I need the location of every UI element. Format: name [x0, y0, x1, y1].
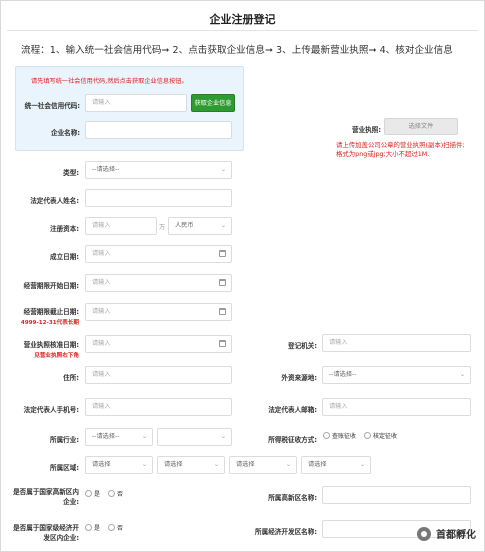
legal-email-label: 法定代表人邮箱: — [268, 406, 317, 414]
type-label: 类型: — [63, 169, 79, 177]
foreign-source-label: 外资来源地: — [281, 374, 317, 382]
foreign-source-select[interactable]: --请选择-- ⌄ — [322, 366, 471, 384]
radio-no — [108, 490, 116, 497]
tax-method-radio[interactable]: 查账征收 核定征收 — [323, 431, 405, 440]
chevron-down-icon: ⌄ — [459, 371, 465, 378]
legal-phone-label: 法定代表人手机号: — [23, 406, 79, 414]
choose-file-button[interactable]: 选择文件 — [384, 118, 458, 135]
calendar-icon — [219, 250, 226, 257]
radio-no — [108, 524, 116, 531]
title-divider — [7, 30, 478, 31]
chevron-down-icon: ⌄ — [213, 461, 219, 468]
region-select-2[interactable]: 请选择 ⌄ — [157, 456, 225, 474]
region-select-1[interactable]: 请选择 ⌄ — [85, 456, 153, 474]
company-name-label: 企业名称: — [50, 129, 80, 137]
chevron-down-icon: ⌄ — [220, 222, 226, 229]
credit-code-label: 统一社会信用代码: — [24, 102, 80, 110]
radio-yes — [85, 490, 92, 497]
op-start-label: 经营期限开始日期: — [23, 282, 79, 290]
calendar-icon — [219, 308, 226, 315]
capital-label: 注册资本: — [49, 225, 79, 233]
process-steps: 流程：1、输入统一社会信用代码➞ 2、点击获取企业信息➞ 3、上传最新营业执照➞… — [21, 45, 453, 56]
radio-yes — [85, 524, 92, 531]
chevron-down-icon: ⌄ — [141, 461, 147, 468]
founded-date-input[interactable]: 请输入 — [85, 245, 232, 263]
legal-phone-input[interactable]: 请输入 — [85, 398, 232, 416]
registration-page: 企业注册登记 流程：1、输入统一社会信用代码➞ 2、点击获取企业信息➞ 3、上传… — [0, 0, 485, 552]
legal-rep-field[interactable] — [85, 189, 232, 207]
chevron-down-icon: ⌄ — [359, 461, 365, 468]
capital-unit: 万 — [159, 224, 166, 231]
address-label: 住所: — [63, 374, 79, 382]
region-select-3[interactable]: 请选择 ⌄ — [229, 456, 297, 474]
industry-sub-select[interactable]: ⌄ — [157, 428, 232, 446]
license-hint: 请上传加盖公司公章的营业执照(副本)扫描件; 格式为png或jpg;大小不超过1… — [336, 141, 465, 158]
calendar-icon — [219, 340, 226, 347]
page-title: 企业注册登记 — [209, 13, 276, 26]
reg-authority-label: 登记机关: — [287, 342, 317, 350]
op-end-date-input[interactable]: 请输入 — [85, 303, 232, 321]
chevron-down-icon: ⌄ — [220, 433, 226, 440]
high-tech-zone-radio[interactable]: 是否 — [85, 489, 131, 498]
calendar-icon — [219, 279, 226, 286]
high-tech-zone-name-field[interactable] — [322, 486, 471, 504]
fetch-company-info-button[interactable]: 获取企业信息 — [191, 94, 235, 112]
radio-audit — [323, 432, 330, 439]
radio-assessed — [364, 432, 372, 439]
currency-select[interactable]: 人民币 ⌄ — [168, 217, 232, 235]
high-tech-zone-name-label: 所属高新区名称: — [268, 494, 317, 502]
license-issue-date-input[interactable]: 请输入 — [85, 335, 232, 353]
type-select[interactable]: --请选择-- ⌄ — [85, 161, 232, 179]
econ-zone-radio[interactable]: 是否 — [85, 523, 131, 532]
region-label: 所属区域: — [49, 464, 79, 472]
chevron-down-icon: ⌄ — [220, 166, 226, 173]
address-input[interactable]: 请输入 — [85, 366, 232, 384]
legal-email-input[interactable]: 请输入 — [322, 398, 471, 416]
license-issue-label: 营业执照核准日期: 见营业执照右下角 — [11, 339, 79, 359]
chevron-down-icon: ⌄ — [285, 461, 291, 468]
chevron-down-icon: ⌄ — [141, 433, 147, 440]
license-issue-note: 见营业执照右下角 — [34, 353, 79, 359]
wechat-logo-icon — [417, 526, 431, 541]
region-select-4[interactable]: 请选择 ⌄ — [301, 456, 371, 474]
license-label: 营业执照: — [351, 126, 381, 134]
company-name-field[interactable] — [85, 121, 232, 139]
op-end-label: 经营期限截止日期: 4999-12-31代表长期 — [11, 306, 79, 326]
legal-rep-label: 法定代表人姓名: — [30, 197, 79, 205]
watermark: 首都孵化 — [417, 526, 476, 541]
capital-input[interactable]: 请输入 — [85, 217, 157, 235]
lookup-warning: 请先填写统一社会信用代码,然后点击获取企业信息按钮。 — [31, 78, 188, 85]
reg-authority-input[interactable]: 请输入 — [322, 334, 471, 352]
industry-label: 所属行业: — [49, 436, 79, 444]
credit-code-input[interactable]: 请输入 — [85, 94, 187, 112]
econ-zone-label: 是否属于国家级经济开 发区内企业: — [13, 524, 79, 542]
op-end-note: 4999-12-31代表长期 — [20, 320, 79, 326]
high-tech-zone-label: 是否属于国家高新区内 企业: — [13, 488, 79, 506]
op-start-date-input[interactable]: 请输入 — [85, 274, 232, 292]
founded-label: 成立日期: — [49, 253, 79, 261]
industry-select[interactable]: --请选择-- ⌄ — [85, 428, 153, 446]
tax-method-label: 所得税征收方式: — [268, 436, 317, 444]
econ-zone-name-label: 所属经济开发区名称: — [255, 528, 317, 536]
